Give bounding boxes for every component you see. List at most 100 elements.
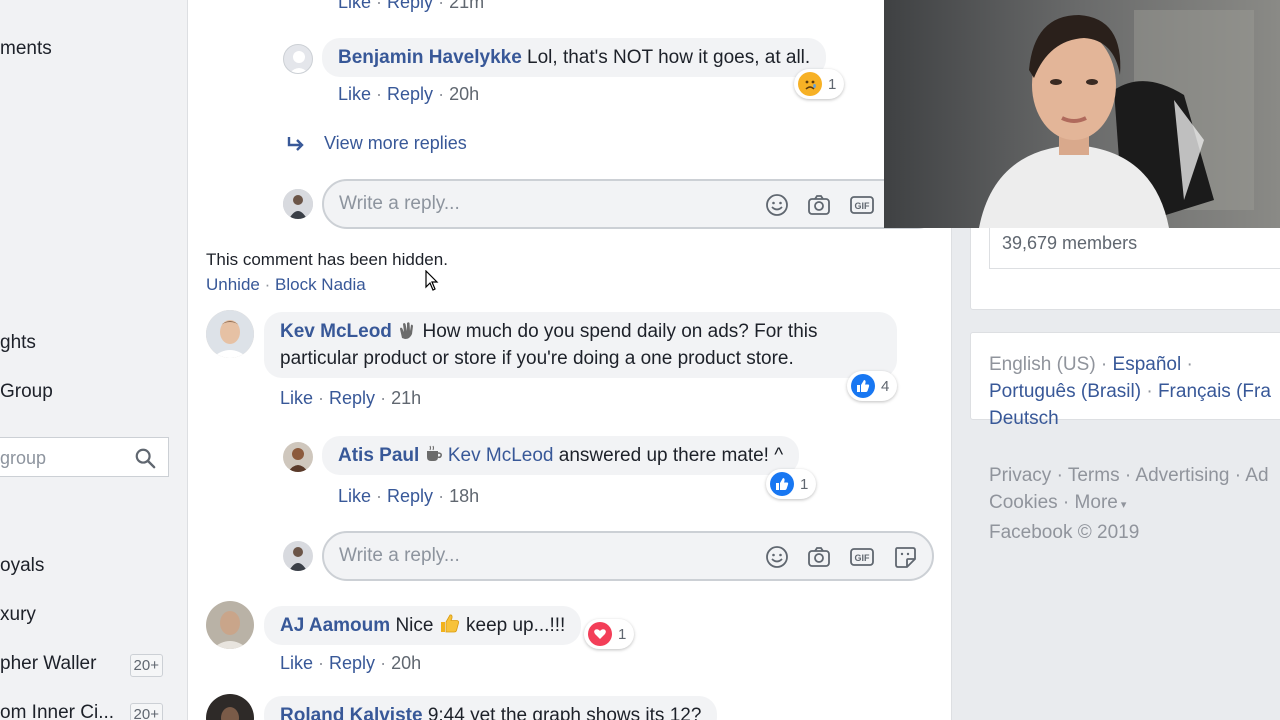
comment-text-line2: particular product or store if you're do… <box>280 348 794 369</box>
avatar-aj-aamoum[interactable] <box>206 601 254 649</box>
reply-input[interactable]: Write a reply... GIF <box>322 179 942 229</box>
block-user-link[interactable]: Block Nadia <box>275 275 366 294</box>
comment-actions: Like · Reply · 18h <box>338 486 480 506</box>
sidebar-item-inner-circle[interactable]: om Inner Ci... <box>0 702 114 720</box>
sidebar-item-insights[interactable]: ghts <box>0 332 36 354</box>
footer-more-link[interactable]: More <box>1075 492 1118 513</box>
mouse-cursor-icon <box>425 270 439 291</box>
sidebar-item-royals[interactable]: oyals <box>0 555 44 577</box>
avatar-kev-mcleod[interactable] <box>206 310 254 358</box>
avatar-atis-paul[interactable] <box>283 442 313 472</box>
comment-author[interactable]: Benjamin Havelykke <box>338 47 522 68</box>
language-link-es[interactable]: Español <box>1113 354 1182 375</box>
comment-text: 9:44 yet the graph shows its 12? <box>427 705 702 720</box>
like-link[interactable]: Like <box>280 388 313 408</box>
avatar-roland-kalviste[interactable] <box>206 694 254 720</box>
footer-privacy-link[interactable]: Privacy <box>989 465 1051 486</box>
sticker-icon[interactable] <box>893 545 917 569</box>
reaction-count: 4 <box>881 377 890 395</box>
reaction-count-pill[interactable]: 1 <box>766 469 817 499</box>
copyright: Facebook © 2019 <box>989 522 1140 543</box>
footer-advertising-link[interactable]: Advertising <box>1135 465 1229 486</box>
comment-author[interactable]: Kev McLeod <box>280 321 392 342</box>
group-search-placeholder: group <box>0 448 47 468</box>
svg-text:GIF: GIF <box>855 553 871 563</box>
members-box: 39,679 members <box>989 223 1280 269</box>
camera-icon[interactable] <box>807 193 831 217</box>
comment-bubble-atis: Atis Paul Kev McLeod answered up there m… <box>322 436 800 475</box>
comment-actions: Like · Reply · 21h <box>280 388 422 408</box>
like-reaction-icon <box>851 374 875 398</box>
sidebar-item-group[interactable]: Group <box>0 381 53 403</box>
sidebar-item-luxury[interactable]: xury <box>0 604 36 626</box>
language-link-fr[interactable]: Français (Fra <box>1158 381 1271 402</box>
language-link-de[interactable]: Deutsch <box>989 408 1059 429</box>
reply-link[interactable]: Reply <box>387 84 433 104</box>
footer-terms-link[interactable]: Terms <box>1068 465 1120 486</box>
reply-link[interactable]: Reply <box>387 486 433 506</box>
camera-icon[interactable] <box>807 545 831 569</box>
members-count[interactable]: 39,679 members <box>1002 233 1137 254</box>
reply-link[interactable]: Reply <box>387 0 433 12</box>
timestamp[interactable]: 18h <box>449 486 479 506</box>
reply-placeholder: Write a reply... <box>339 545 460 566</box>
smiley-icon[interactable] <box>765 545 789 569</box>
coffee-emoji <box>425 444 443 462</box>
comment-author[interactable]: Atis Paul <box>338 445 419 466</box>
language-link-pt[interactable]: Português (Brasil) <box>989 381 1141 402</box>
smiley-icon[interactable] <box>765 193 789 217</box>
avatar-benjamin[interactable] <box>283 44 313 74</box>
comment-author[interactable]: Roland Kalviste <box>280 705 423 720</box>
comment-text-b: keep up...!!! <box>466 615 566 636</box>
reply-placeholder: Write a reply... <box>339 193 460 214</box>
reply-link[interactable]: Reply <box>329 388 375 408</box>
current-user-avatar[interactable] <box>283 541 313 571</box>
reaction-count-pill[interactable]: 1 <box>584 619 635 649</box>
footer-cookies-link[interactable]: Cookies <box>989 492 1058 513</box>
comment-author[interactable]: AJ Aamoum <box>280 615 390 636</box>
comment-text-line1: How much do you spend daily on ads? For … <box>422 321 818 342</box>
notification-badge: 20+ <box>129 654 163 677</box>
like-reaction-icon <box>770 472 794 496</box>
gif-icon[interactable]: GIF <box>850 193 874 217</box>
chevron-down-icon[interactable]: ▾ <box>1118 499 1127 511</box>
timestamp[interactable]: 20h <box>391 653 421 673</box>
left-sidebar: ments ghts Group group oyals xury pher W… <box>0 0 188 720</box>
like-link[interactable]: Like <box>338 486 371 506</box>
unhide-link[interactable]: Unhide <box>206 275 260 294</box>
love-reaction-icon <box>588 622 612 646</box>
reaction-count: 1 <box>800 475 809 493</box>
comment-bubble-benjamin: Benjamin Havelykke Lol, that's NOT how i… <box>322 38 827 77</box>
search-icon[interactable] <box>134 447 156 469</box>
comment-text-a: Nice <box>395 615 434 636</box>
comment-actions: Like · Reply · 20h <box>280 653 422 673</box>
comment-text: Lol, that's NOT how it goes, at all. <box>527 47 811 68</box>
reaction-count-pill[interactable]: 1 <box>794 69 845 99</box>
comment-actions: Like · Reply · 20h <box>338 84 480 104</box>
sidebar-item-comments[interactable]: ments <box>0 38 52 60</box>
view-more-replies-link[interactable]: View more replies <box>324 133 467 154</box>
notification-badge: 20+ <box>129 703 163 720</box>
current-user-avatar[interactable] <box>283 189 313 219</box>
reply-link[interactable]: Reply <box>329 653 375 673</box>
comment-bubble-aj: AJ Aamoum Nice keep up...!!! <box>264 606 582 645</box>
like-link[interactable]: Like <box>280 653 313 673</box>
timestamp[interactable]: 21m <box>449 0 484 12</box>
gif-icon[interactable]: GIF <box>850 545 874 569</box>
comment-bubble-kev: Kev McLeod How much do you spend daily o… <box>264 312 897 378</box>
mention-link[interactable]: Kev McLeod <box>448 445 554 466</box>
separator-dot: · <box>264 275 271 294</box>
timestamp[interactable]: 20h <box>449 84 479 104</box>
language-current: English (US) <box>989 354 1096 375</box>
comment-text: answered up there mate! ^ <box>558 445 784 466</box>
reaction-count: 1 <box>618 625 627 643</box>
sidebar-item-waller[interactable]: pher Waller <box>0 653 96 675</box>
like-link[interactable]: Like <box>338 0 371 12</box>
reaction-count-pill[interactable]: 4 <box>847 371 898 401</box>
timestamp[interactable]: 21h <box>391 388 421 408</box>
like-link[interactable]: Like <box>338 84 371 104</box>
footer-ad-choices-link[interactable]: Ad <box>1245 465 1268 486</box>
reply-input[interactable]: Write a reply... GIF <box>322 531 934 581</box>
group-search-input[interactable]: group <box>0 437 169 477</box>
language-list: English (US) · Español · Português (Bras… <box>989 354 1271 429</box>
